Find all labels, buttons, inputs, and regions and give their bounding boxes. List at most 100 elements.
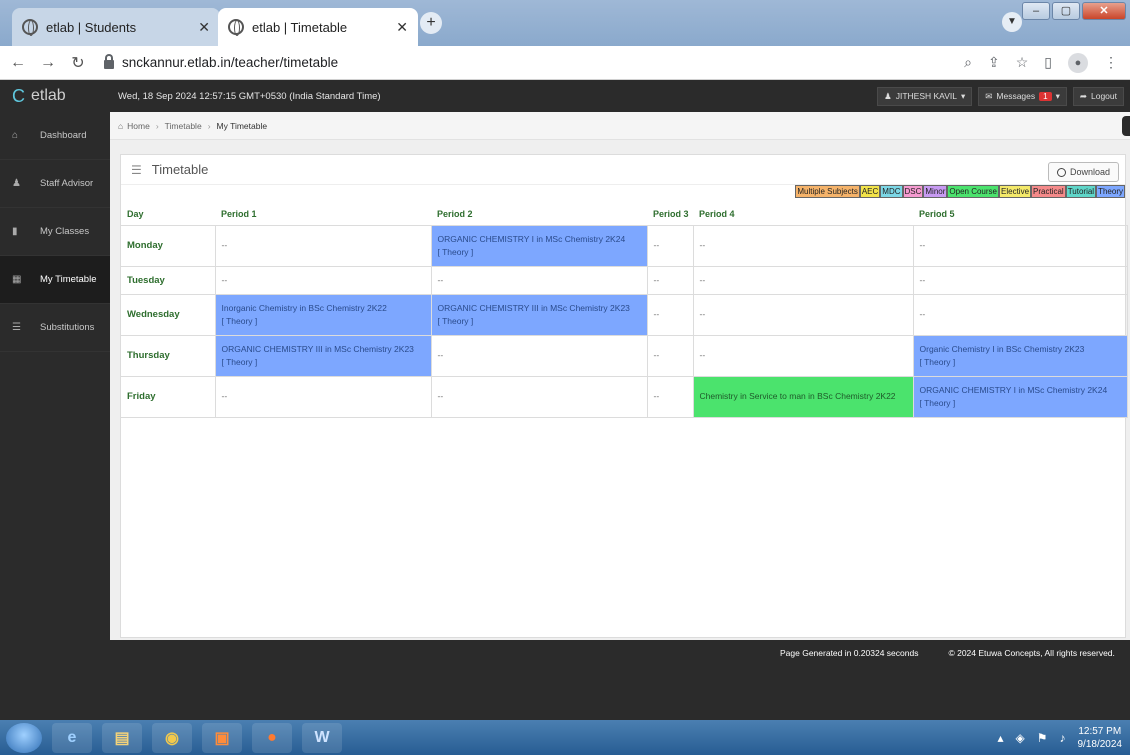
reload-icon[interactable]: ↻ (66, 53, 90, 73)
sidebar-item-substitutions[interactable]: ☰ Substitutions (0, 304, 110, 352)
clock-time: 12:57 PM (1078, 725, 1122, 737)
user-icon: ♟ (884, 90, 892, 101)
browser-tab-timetable[interactable]: etlab | Timetable ✕ (218, 8, 418, 46)
chevron-down-icon[interactable]: ▼ (1002, 12, 1022, 32)
logout-label: Logout (1091, 91, 1117, 101)
period-cell: -- (647, 294, 694, 336)
period-cell[interactable]: Chemistry in Service to man in BSc Chemi… (693, 376, 914, 418)
file-explorer-icon[interactable]: ▤ (102, 722, 142, 753)
legend-practical: Practical (1031, 185, 1066, 198)
forward-arrow-icon[interactable]: → (36, 54, 60, 72)
logout-button[interactable]: ➦ Logout (1072, 86, 1124, 106)
period-subject: -- (437, 391, 444, 401)
zoom-icon[interactable]: ⌕ (964, 54, 972, 71)
envelope-icon: ✉ (985, 90, 993, 101)
period-subject: -- (699, 240, 706, 250)
maximize-button[interactable]: ▢ (1052, 2, 1080, 20)
minimize-button[interactable]: ‒ (1022, 2, 1050, 20)
legend-open-course: Open Course (947, 185, 999, 198)
panel-title: Timetable (151, 162, 209, 177)
day-cell: Tuesday (121, 266, 216, 295)
period-subject: -- (653, 309, 660, 319)
speaker-icon[interactable]: ♪ (1060, 731, 1066, 745)
close-icon[interactable]: ✕ (396, 19, 408, 36)
menu-dots-icon[interactable]: ⋮ (1104, 54, 1118, 71)
sidebar-item-my-timetable[interactable]: ▦ My Timetable (0, 256, 110, 304)
sidebar-item-my-classes[interactable]: ▮ My Classes (0, 208, 110, 256)
network-icon[interactable]: ◈ (1016, 731, 1025, 745)
new-tab-button[interactable]: + (420, 12, 442, 34)
taskbar-clock[interactable]: 12:57 PM 9/18/2024 (1078, 725, 1123, 751)
sidebar-item-label: My Classes (40, 226, 90, 237)
sidebar: ⌂ Dashboard ♟ Staff Advisor ▮ My Classes… (0, 112, 110, 720)
chevron-right-icon: › (155, 120, 159, 131)
back-arrow-icon[interactable]: ← (6, 54, 30, 72)
url-field[interactable]: snckannur.etlab.in/teacher/timetable (104, 54, 339, 70)
period-cell: -- (693, 225, 914, 267)
url-text: snckannur.etlab.in/teacher/timetable (122, 55, 339, 70)
table-row: Tuesday -- -- -- -- -- (121, 266, 1128, 295)
chrome-icon[interactable]: ◉ (152, 722, 192, 753)
period-subject: ORGANIC CHEMISTRY III in MSc Chemistry 2… (221, 343, 414, 354)
period-subject: -- (221, 240, 228, 250)
profile-icon[interactable]: ● (1068, 52, 1088, 73)
logout-icon: ➦ (1079, 90, 1087, 101)
media-player-icon[interactable]: ▣ (202, 722, 242, 753)
star-icon[interactable]: ☆ (1016, 54, 1029, 71)
download-button[interactable]: Download (1047, 162, 1119, 182)
etlab-logo[interactable]: C etlab (0, 86, 110, 107)
breadcrumb-home[interactable]: Home (127, 121, 150, 131)
caret-down-icon: ▾ (960, 90, 966, 101)
messages-button[interactable]: ✉ Messages 1 ▾ (978, 86, 1067, 106)
table-row: Wednesday Inorganic Chemistry in BSc Chem… (121, 294, 1128, 336)
main-content: ⌂ Home › Timetable › My Timetable ☰ Time… (110, 112, 1130, 720)
period-type: [ Theory ] (221, 315, 258, 326)
sidepanel-icon[interactable]: ▯ (1044, 54, 1052, 71)
book-icon: ▮ (12, 226, 18, 237)
header-actions: ♟ JITHESH KAVIL ▾ ✉ Messages 1 ▾ ➦ Logou… (877, 86, 1124, 106)
period-cell[interactable]: ORGANIC CHEMISTRY I in MSc Chemistry 2K2… (913, 376, 1128, 418)
close-window-button[interactable]: ✕ (1082, 2, 1126, 20)
legend-elective: Elective (999, 185, 1032, 198)
share-icon[interactable]: ⇪ (988, 54, 1000, 71)
globe-icon (22, 19, 38, 36)
period-cell[interactable]: ORGANIC CHEMISTRY III in MSc Chemistry 2… (215, 335, 432, 377)
period-cell: -- (647, 225, 694, 267)
legend-minor: Minor (923, 185, 948, 198)
breadcrumb-timetable[interactable]: Timetable (165, 121, 202, 131)
browser-tab-bar: etlab | Students ✕ etlab | Timetable ✕ +… (0, 0, 1130, 46)
firefox-icon[interactable]: ● (252, 722, 292, 753)
day-cell: Thursday (121, 335, 216, 377)
column-header: Period 2 (431, 203, 647, 226)
settings-toggle-handle[interactable] (1122, 116, 1130, 136)
sidebar-item-dashboard[interactable]: ⌂ Dashboard (0, 112, 110, 160)
tab-title: etlab | Timetable (252, 19, 348, 35)
day-cell: Friday (121, 376, 216, 418)
close-icon[interactable]: ✕ (198, 19, 210, 36)
period-cell[interactable]: Organic Chemistry I in BSc Chemistry 2K2… (913, 335, 1128, 377)
period-cell[interactable]: ORGANIC CHEMISTRY I in MSc Chemistry 2K2… (431, 225, 648, 267)
home-icon: ⌂ (12, 130, 19, 141)
period-subject: -- (653, 240, 660, 250)
period-type: [ Theory ] (221, 356, 258, 367)
day-cell: Monday (121, 225, 216, 267)
user-menu-button[interactable]: ♟ JITHESH KAVIL ▾ (877, 86, 973, 106)
legend-aec: AEC (859, 185, 881, 198)
system-tray: ▴ ◈ ⚑ ♪ 12:57 PM 9/18/2024 (997, 725, 1122, 751)
start-button[interactable] (6, 722, 42, 753)
period-subject: -- (437, 274, 444, 285)
tray-arrow-icon[interactable]: ▴ (997, 731, 1003, 745)
sidebar-item-staff-advisor[interactable]: ♟ Staff Advisor (0, 160, 110, 208)
period-cell: -- (913, 225, 1128, 267)
period-cell[interactable]: Inorganic Chemistry in BSc Chemistry 2K2… (215, 294, 432, 336)
internet-explorer-icon[interactable]: e (52, 722, 92, 753)
column-header: Period 1 (215, 203, 431, 226)
flag-icon[interactable]: ⚑ (1037, 731, 1048, 745)
period-cell[interactable]: ORGANIC CHEMISTRY III in MSc Chemistry 2… (431, 294, 648, 336)
download-label: Download (1069, 167, 1110, 177)
list-icon: ☰ (12, 322, 21, 333)
browser-tab-students[interactable]: etlab | Students ✕ (12, 8, 220, 46)
word-icon[interactable]: W (302, 722, 342, 753)
period-cell: -- (913, 294, 1128, 336)
table-row: Friday -- -- -- Chemistry in Service to man … (121, 376, 1128, 418)
